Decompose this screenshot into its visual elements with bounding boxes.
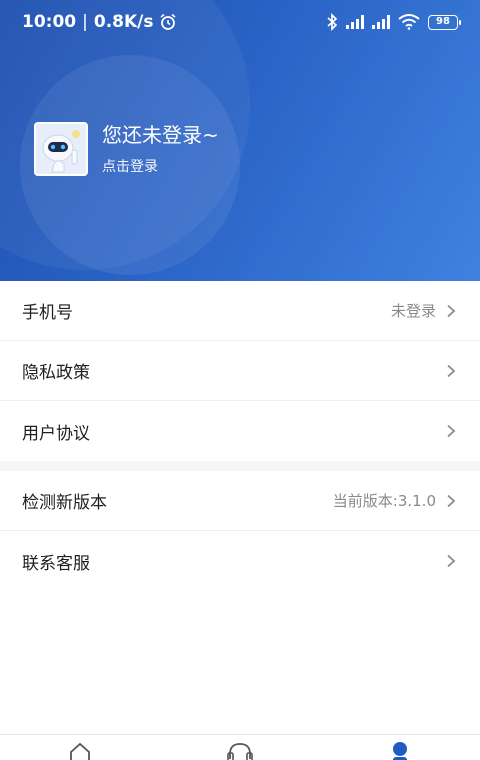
menu-right	[444, 364, 458, 378]
tab-service[interactable]	[160, 735, 320, 760]
status-time: 10:00	[22, 12, 77, 32]
menu-item-agreement[interactable]: 用户协议	[0, 401, 480, 461]
profile-title: 您还未登录~	[102, 123, 219, 147]
chevron-right-icon	[447, 304, 456, 317]
menu-item-privacy[interactable]: 隐私政策	[0, 341, 480, 401]
version-text: 当前版本:3.1.0	[332, 492, 436, 510]
profile-header: 10:00 | 0.8K/s 98 您还未登录~ 点击登录	[0, 0, 480, 281]
menu-label: 隐私政策	[22, 363, 90, 383]
wifi-icon	[398, 14, 420, 30]
bluetooth-icon	[327, 13, 338, 31]
status-separator: |	[82, 12, 88, 32]
signal-hd-icon	[346, 15, 364, 29]
status-speed: 0.8K/s	[93, 12, 154, 32]
profile-card[interactable]: 您还未登录~ 点击登录	[34, 122, 219, 176]
chevron-right-icon	[447, 554, 456, 568]
chevron-right-icon	[447, 424, 456, 438]
status-right: 98	[326, 13, 461, 31]
section-divider	[0, 461, 480, 471]
menu-item-phone[interactable]: 手机号 未登录	[0, 281, 480, 341]
menu-item-update[interactable]: 检测新版本 当前版本:3.1.0	[0, 471, 480, 531]
signal-hd-icon	[372, 15, 390, 29]
menu-right	[444, 554, 458, 568]
chevron-right-icon	[447, 494, 456, 507]
menu-label: 用户协议	[22, 423, 90, 444]
bottom-tab-bar	[0, 734, 480, 760]
profile-page: 10:00 | 0.8K/s 98 您还未登录~ 点击登录 手机号 未登录 隐私…	[0, 0, 480, 760]
login-link[interactable]: 点击登录	[102, 158, 219, 176]
status-bar: 10:00 | 0.8K/s 98	[0, 0, 480, 44]
menu-label: 联系客服	[22, 553, 90, 574]
settings-list: 手机号 未登录 隐私政策 用户协议 检测新版本 当前版本:3.1.0 联系客服	[0, 281, 480, 591]
headset-icon	[227, 743, 253, 760]
phone-status: 未登录	[390, 302, 436, 320]
profile-text: 您还未登录~ 点击登录	[102, 122, 219, 176]
menu-label: 检测新版本	[22, 493, 107, 513]
battery-level: 98	[436, 15, 450, 27]
chevron-right-icon	[447, 364, 456, 377]
robot-avatar-icon[interactable]	[34, 122, 88, 176]
tab-profile[interactable]	[320, 735, 480, 760]
tab-home[interactable]	[0, 735, 160, 760]
menu-right: 未登录	[391, 300, 458, 321]
user-icon	[393, 742, 407, 760]
menu-label: 手机号	[22, 303, 73, 323]
menu-item-support[interactable]: 联系客服	[0, 531, 480, 591]
status-left: 10:00 | 0.8K/s	[22, 12, 177, 32]
battery-icon: 98	[428, 14, 461, 30]
alarm-icon	[160, 13, 176, 30]
home-icon	[70, 742, 90, 760]
menu-right	[444, 424, 458, 438]
menu-right: 当前版本:3.1.0	[333, 490, 458, 511]
